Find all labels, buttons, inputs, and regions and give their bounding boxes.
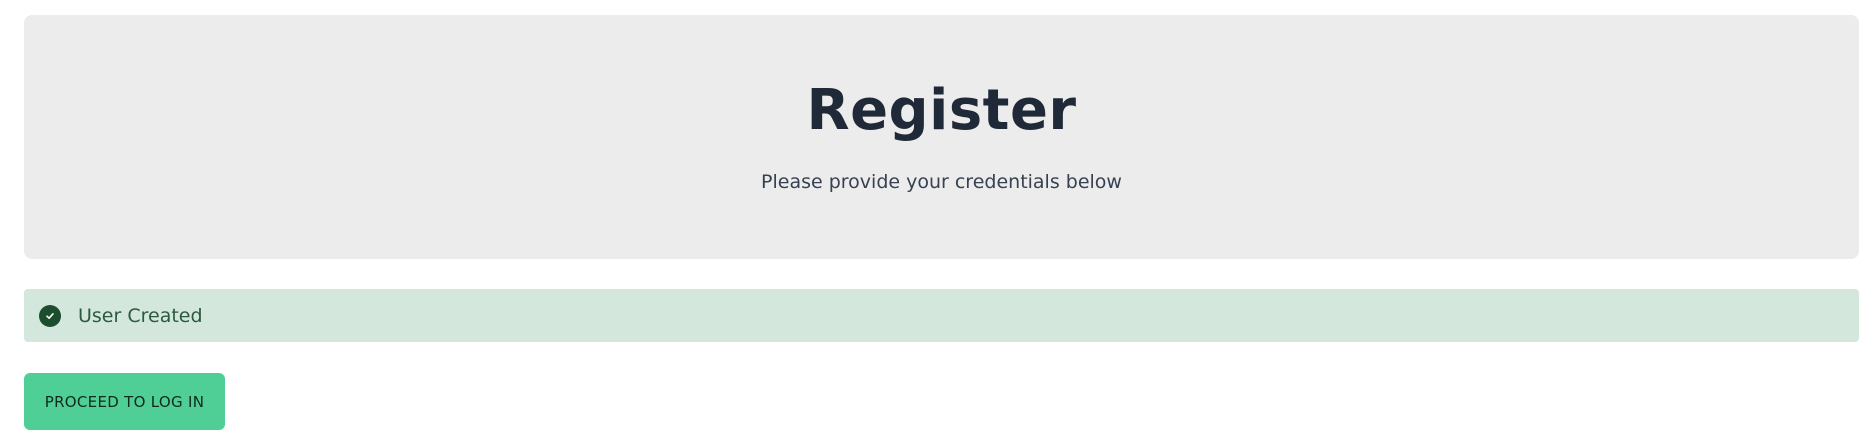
page-subtitle: Please provide your credentials below bbox=[761, 171, 1122, 193]
register-page: Register Please provide your credentials… bbox=[0, 0, 1875, 447]
proceed-to-log-in-button[interactable]: PROCEED TO LOG IN bbox=[24, 373, 225, 430]
alert-message: User Created bbox=[78, 304, 203, 327]
register-header-card: Register Please provide your credentials… bbox=[24, 15, 1859, 259]
page-title: Register bbox=[806, 78, 1077, 143]
success-alert: User Created bbox=[24, 289, 1859, 342]
check-circle-icon bbox=[39, 304, 61, 327]
